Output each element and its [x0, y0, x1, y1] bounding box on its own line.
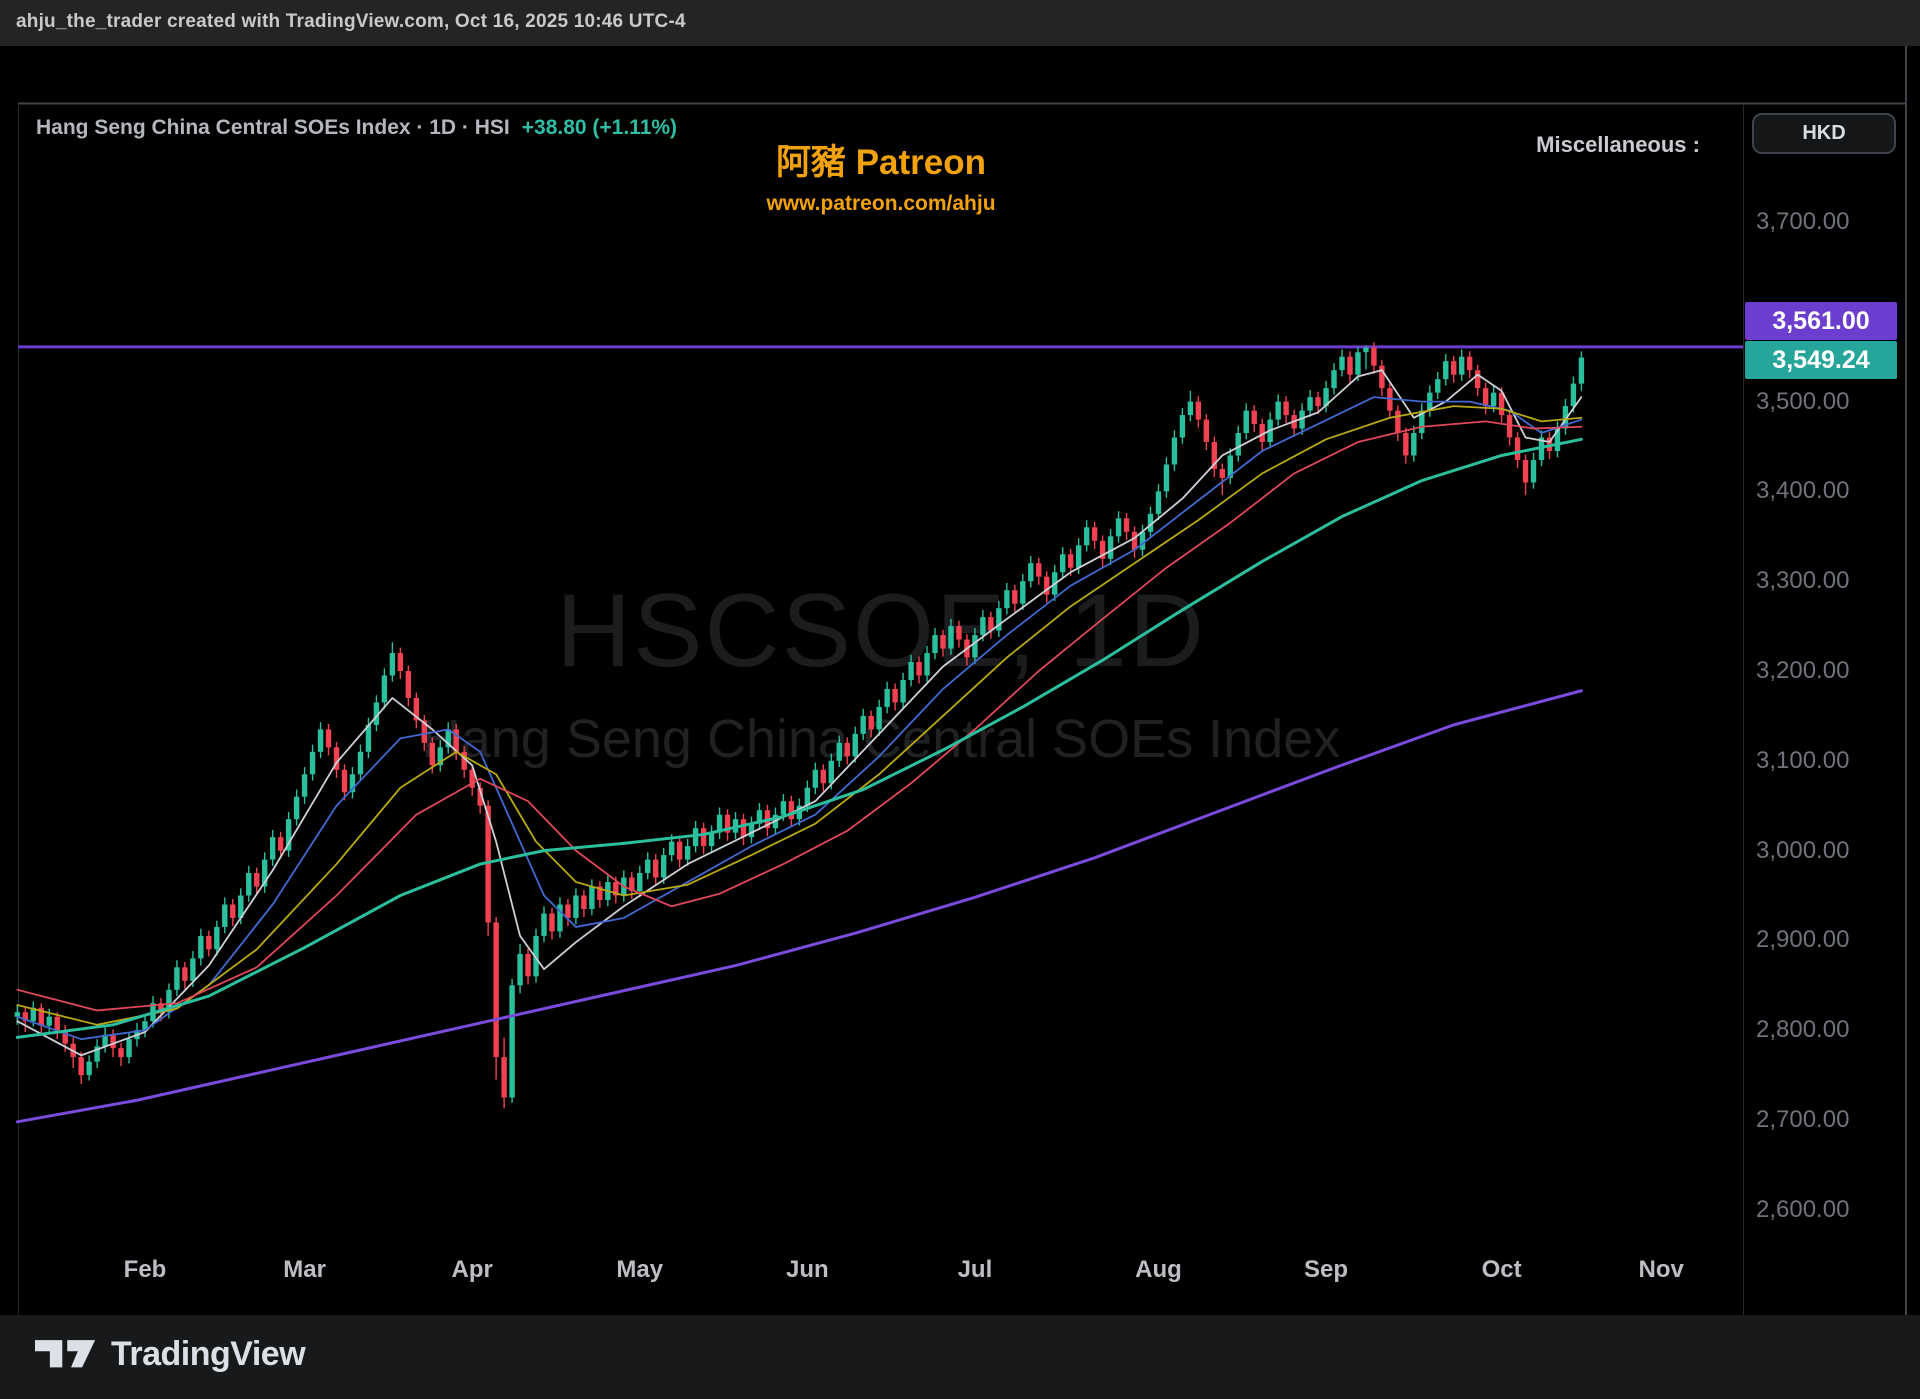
price-axis-label: 2,700.00	[1756, 1106, 1849, 1134]
ma-red[interactable]	[17, 421, 1581, 1010]
price-axis-label: 2,900.00	[1756, 926, 1849, 954]
tradingview-logo-icon	[35, 1340, 97, 1370]
level-price-badge[interactable]: 3,561.00	[1745, 302, 1897, 340]
tradingview-snapshot: ahju_the_trader created with TradingView…	[0, 0, 1920, 1399]
ma-purple-200[interactable]	[17, 691, 1581, 1122]
time-axis-label-oct: Oct	[1482, 1256, 1522, 1284]
tradingview-logo[interactable]: TradingView	[35, 1335, 305, 1374]
time-axis-label-jun: Jun	[786, 1256, 829, 1284]
miscellaneous-label: Miscellaneous :	[1380, 132, 1700, 158]
price-axis-label: 3,400.00	[1756, 477, 1849, 505]
last-price-badge[interactable]: 3,549.24	[1745, 341, 1897, 379]
price-axis-label: 2,600.00	[1756, 1196, 1849, 1224]
time-axis-label-mar: Mar	[283, 1256, 326, 1284]
price-axis-label: 3,000.00	[1756, 837, 1849, 865]
price-axis-label: 3,200.00	[1756, 657, 1849, 685]
currency-button[interactable]: HKD	[1752, 113, 1896, 154]
promo-url: www.patreon.com/ahju	[18, 192, 1744, 216]
ma-blue[interactable]	[17, 397, 1581, 1039]
price-axis-label: 3,700.00	[1756, 208, 1849, 236]
attribution-bar: ahju_the_trader created with TradingView…	[0, 0, 1920, 46]
time-axis-label-aug: Aug	[1135, 1256, 1182, 1284]
price-axis-label: 3,300.00	[1756, 567, 1849, 595]
time-axis-label-nov: Nov	[1639, 1256, 1684, 1284]
candlestick-series	[15, 342, 1584, 1108]
time-axis-label-feb: Feb	[124, 1256, 167, 1284]
price-axis-label: 3,500.00	[1756, 388, 1849, 416]
time-axis-label-sep: Sep	[1304, 1256, 1348, 1284]
time-axis-label-apr: Apr	[452, 1256, 493, 1284]
tradingview-brand-text: TradingView	[111, 1335, 305, 1374]
price-axis-label: 2,800.00	[1756, 1016, 1849, 1044]
footer-bar: TradingView	[0, 1315, 1920, 1399]
price-axis-label: 3,100.00	[1756, 747, 1849, 775]
time-axis-label-jul: Jul	[958, 1256, 993, 1284]
time-axis-label-may: May	[616, 1256, 663, 1284]
attribution-text: ahju_the_trader created with TradingView…	[16, 11, 686, 33]
